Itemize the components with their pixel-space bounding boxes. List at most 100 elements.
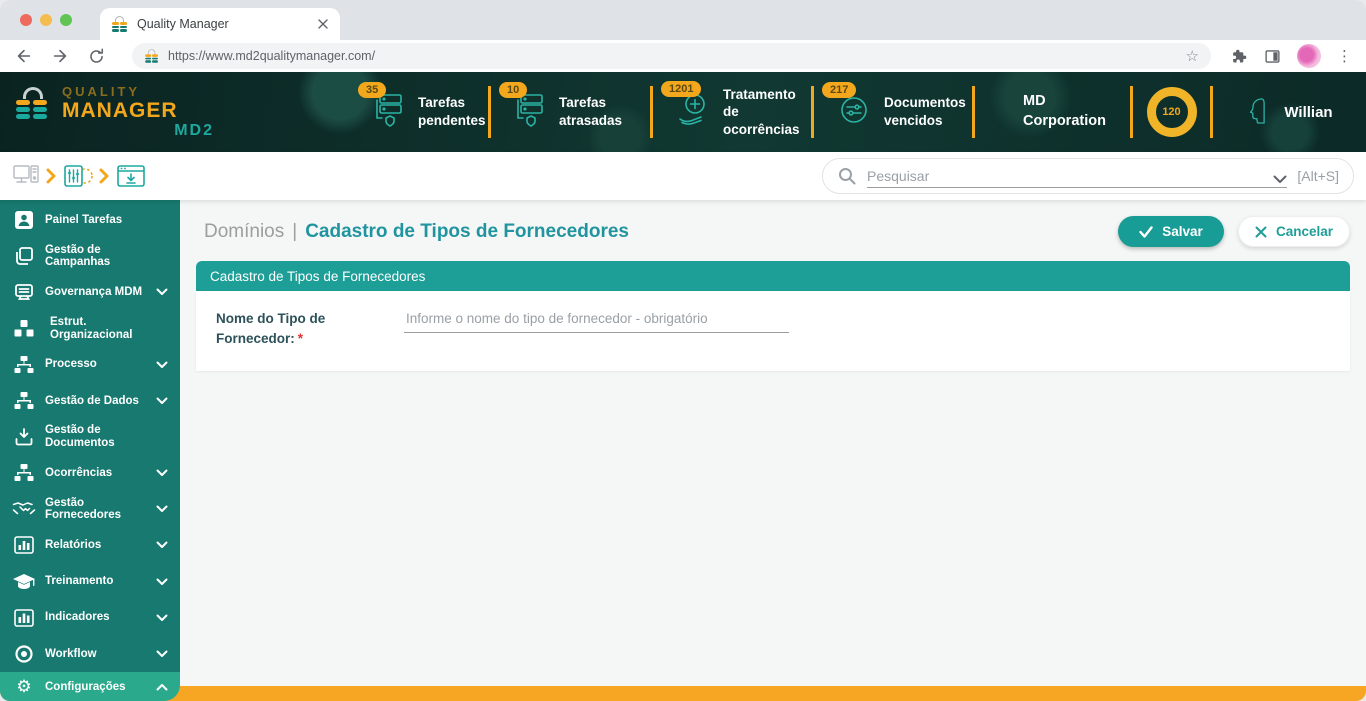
score-ring-badge[interactable]: 120 bbox=[1147, 87, 1197, 137]
bookmark-star-icon[interactable]: ☆ bbox=[1186, 47, 1199, 65]
sidebar-item-configuracoes[interactable]: ⚙ Configurações bbox=[0, 672, 180, 701]
close-window-button[interactable] bbox=[20, 14, 32, 26]
cancel-button[interactable]: Cancelar bbox=[1238, 216, 1350, 247]
stat-documentos-vencidos[interactable]: 217 Documentos vencidos bbox=[814, 92, 972, 133]
page-title: Cadastro de Tipos de Fornecedores bbox=[305, 221, 629, 243]
sidebar-item-relatorios[interactable]: Relatórios bbox=[0, 527, 180, 563]
bottom-accent-bar bbox=[0, 686, 1366, 701]
window-download-icon[interactable] bbox=[116, 164, 146, 188]
app-header: QUALITY MANAGER MD2 35 Tarefas pendentes… bbox=[0, 72, 1366, 152]
sidebar-item-gestao-fornecedores[interactable]: Gestão Fornecedores bbox=[0, 491, 180, 527]
chevron-up-icon bbox=[156, 678, 168, 696]
url-text: https://www.md2qualitymanager.com/ bbox=[168, 49, 1178, 63]
stat-tarefas-atrasadas[interactable]: 10 Tarefas atrasadas bbox=[491, 92, 650, 133]
maximize-window-button[interactable] bbox=[60, 14, 72, 26]
app-logo[interactable]: QUALITY MANAGER MD2 bbox=[0, 85, 350, 140]
user-profile-icon bbox=[1246, 97, 1272, 127]
sidebar: Painel Tarefas Gestão de Campanhas Gover… bbox=[0, 200, 180, 701]
org-cubes-icon bbox=[12, 319, 36, 339]
tab-close-icon[interactable] bbox=[318, 19, 328, 29]
count-badge: 217 bbox=[822, 82, 856, 98]
supplier-type-name-input[interactable] bbox=[404, 309, 789, 333]
stat-tratamento-ocorrencias[interactable]: 1201 Tratamento de ocorrências bbox=[653, 86, 811, 139]
chevron-down-icon[interactable] bbox=[1273, 175, 1287, 184]
breadcrumb-section: Domínios bbox=[204, 221, 284, 243]
score-value: 120 bbox=[1162, 106, 1180, 118]
breadcrumb bbox=[12, 163, 146, 189]
lock-bars-logo-icon bbox=[16, 87, 50, 127]
reload-icon[interactable] bbox=[86, 46, 106, 66]
task-panel-icon bbox=[12, 210, 36, 230]
chevron-right-icon bbox=[99, 168, 110, 184]
save-button[interactable]: Salvar bbox=[1118, 216, 1224, 247]
occurrences-tree-icon bbox=[12, 464, 36, 482]
browser-tab[interactable]: Quality Manager bbox=[100, 8, 340, 40]
browser-menu-icon[interactable]: ⋮ bbox=[1337, 47, 1352, 65]
logo-text: QUALITY MANAGER MD2 bbox=[62, 85, 214, 140]
page-actions: Salvar Cancelar bbox=[1118, 216, 1350, 247]
tab-title: Quality Manager bbox=[137, 17, 309, 31]
chevron-right-icon bbox=[46, 168, 57, 184]
process-tree-icon bbox=[12, 356, 36, 374]
sidebar-item-gestao-campanhas[interactable]: Gestão de Campanhas bbox=[0, 238, 180, 274]
sidebar-item-painel-tarefas[interactable]: Painel Tarefas bbox=[0, 202, 180, 238]
panel-header: Cadastro de Tipos de Fornecedores bbox=[196, 261, 1350, 291]
user-name: Willian bbox=[1284, 104, 1332, 121]
workstation-icon[interactable] bbox=[12, 163, 40, 189]
sidebar-item-gestao-documentos[interactable]: Gestão de Documentos bbox=[0, 419, 180, 455]
extensions-puzzle-icon[interactable] bbox=[1231, 48, 1248, 65]
browser-profile-avatar[interactable] bbox=[1297, 44, 1321, 68]
graduation-cap-icon bbox=[12, 573, 36, 590]
workflow-target-icon bbox=[12, 644, 36, 664]
page-title-row: Domínios | Cadastro de Tipos de Forneced… bbox=[180, 200, 1366, 247]
chevron-down-icon bbox=[156, 541, 168, 549]
back-icon[interactable] bbox=[14, 46, 34, 66]
handshake-icon bbox=[12, 501, 36, 517]
sidebar-item-processo[interactable]: Processo bbox=[0, 347, 180, 383]
count-badge: 10 bbox=[499, 82, 527, 98]
utility-bar: [Alt+S] bbox=[0, 152, 1366, 200]
settings-sliders-icon[interactable] bbox=[63, 163, 93, 189]
stat-tarefas-pendentes[interactable]: 35 Tarefas pendentes bbox=[350, 92, 488, 133]
search-icon bbox=[837, 166, 857, 186]
user-menu[interactable]: Willian bbox=[1213, 97, 1366, 127]
sidebar-item-ocorrencias[interactable]: Ocorrências bbox=[0, 455, 180, 491]
window-controls bbox=[20, 14, 72, 26]
field-label: Nome do Tipo de Fornecedor:* bbox=[216, 309, 394, 371]
document-download-icon bbox=[12, 427, 36, 447]
bar-chart-icon bbox=[12, 536, 36, 554]
search-shortcut-hint: [Alt+S] bbox=[1297, 168, 1339, 184]
sidebar-item-workflow[interactable]: Workflow bbox=[0, 636, 180, 672]
sidebar-item-treinamento[interactable]: Treinamento bbox=[0, 564, 180, 600]
governance-board-icon bbox=[12, 282, 36, 302]
count-badge: 1201 bbox=[661, 81, 701, 97]
check-icon bbox=[1139, 226, 1153, 238]
side-panel-icon[interactable] bbox=[1264, 48, 1281, 65]
main-content: Domínios | Cadastro de Tipos de Forneced… bbox=[180, 200, 1366, 686]
panel-title: Cadastro de Tipos de Fornecedores bbox=[210, 269, 425, 284]
chevron-down-icon bbox=[156, 650, 168, 658]
browser-window: Quality Manager https://www.md2qualityma… bbox=[0, 0, 1366, 701]
site-favicon bbox=[112, 16, 128, 32]
sidebar-item-governanca-mdm[interactable]: Governança MDM bbox=[0, 274, 180, 310]
data-tree-icon bbox=[12, 392, 36, 410]
sidebar-item-gestao-dados[interactable]: Gestão de Dados bbox=[0, 383, 180, 419]
sidebar-item-indicadores[interactable]: Indicadores bbox=[0, 600, 180, 636]
address-bar[interactable]: https://www.md2qualitymanager.com/ ☆ bbox=[132, 43, 1211, 69]
forward-icon[interactable] bbox=[50, 46, 70, 66]
global-search[interactable]: [Alt+S] bbox=[822, 158, 1354, 194]
company-name[interactable]: MD Corporation bbox=[975, 92, 1130, 131]
count-badge: 35 bbox=[358, 82, 386, 98]
gear-icon: ⚙ bbox=[12, 678, 36, 695]
chevron-down-icon bbox=[156, 578, 168, 586]
search-input[interactable] bbox=[867, 168, 1273, 184]
sidebar-item-estrut-organizacional[interactable]: Estrut. Organizacional bbox=[0, 310, 180, 346]
chevron-down-icon bbox=[156, 288, 168, 296]
x-icon bbox=[1255, 226, 1267, 238]
title-separator: | bbox=[292, 221, 297, 243]
minimize-window-button[interactable] bbox=[40, 14, 52, 26]
form-panel: Cadastro de Tipos de Fornecedores Nome d… bbox=[196, 261, 1350, 371]
chevron-down-icon bbox=[156, 614, 168, 622]
campaigns-copy-icon bbox=[12, 246, 36, 266]
chevron-down-icon bbox=[156, 361, 168, 369]
